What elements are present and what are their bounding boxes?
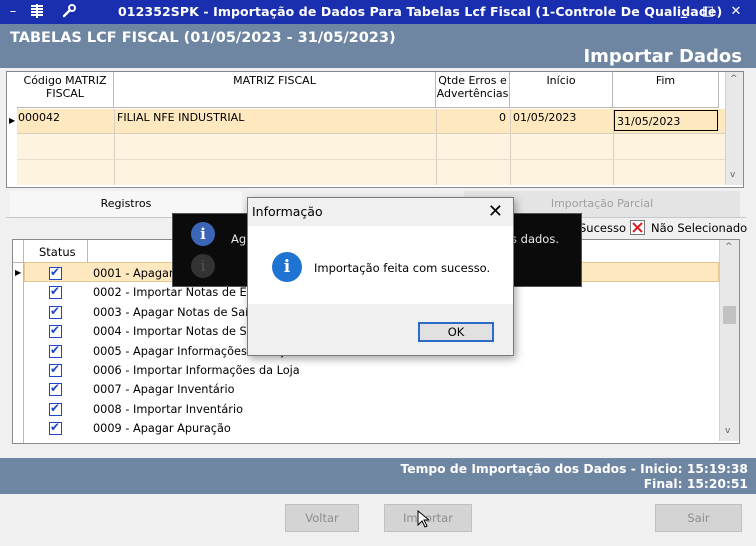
legend-sucesso: Sucesso: [579, 221, 627, 235]
cell-erros[interactable]: 0: [499, 111, 506, 124]
row-pointer-icon: ▶: [9, 116, 16, 125]
window-title: 012352SPK - Importação de Dados Para Tab…: [118, 4, 723, 19]
checkbox[interactable]: [49, 265, 62, 280]
top-grid-scrollbar[interactable]: ^ v: [725, 72, 743, 185]
scroll-up-icon[interactable]: ^: [730, 74, 738, 84]
ok-button[interactable]: OK: [418, 322, 494, 342]
checkbox[interactable]: [49, 323, 62, 339]
page-title: TABELAS LCF FISCAL (01/05/2023 - 31/05/2…: [10, 30, 396, 46]
scroll-down-icon[interactable]: v: [725, 426, 730, 436]
app-logo-icon: [28, 3, 46, 21]
matriz-grid: Código MATRIZ FISCAL MATRIZ FISCAL Qtde …: [6, 71, 744, 188]
checkbox[interactable]: [49, 284, 62, 300]
checkbox[interactable]: [49, 420, 62, 436]
info-icon: i: [272, 252, 302, 282]
voltar-button[interactable]: Voltar: [285, 504, 359, 532]
wrench-icon[interactable]: [60, 3, 78, 21]
minimize-button[interactable]: _: [674, 3, 694, 21]
checkbox[interactable]: [49, 401, 62, 416]
cell-inicio[interactable]: 01/05/2023: [513, 111, 576, 124]
scroll-up-icon[interactable]: ^: [725, 242, 733, 252]
import-data-heading: Importar Dados: [583, 46, 742, 67]
dialog-message: Importação feita com sucesso.: [314, 261, 491, 275]
scroll-thumb[interactable]: [723, 306, 736, 324]
list-item[interactable]: 0008 - Importar Inventário: [13, 400, 719, 419]
legend-nao-selecionado: Não Selecionado: [651, 221, 748, 235]
column-header-inicio[interactable]: Início: [510, 72, 613, 108]
scroll-down-icon[interactable]: v: [730, 170, 735, 180]
cell-fim[interactable]: 31/05/2023: [617, 115, 680, 128]
dialog-body: i Importação feita com sucesso.: [248, 226, 513, 304]
maximize-button[interactable]: □: [698, 3, 718, 21]
list-item[interactable]: 0007 - Apagar Inventário: [13, 380, 719, 399]
dialog-close-button[interactable]: ✕: [488, 200, 503, 224]
checkbox[interactable]: [49, 343, 62, 358]
checkbox[interactable]: [49, 362, 62, 377]
checkbox[interactable]: [49, 381, 62, 397]
checkbox[interactable]: [49, 304, 62, 319]
status-bar: Tempo de Importação dos Dados - Inicio: …: [0, 458, 756, 494]
column-header-status[interactable]: Status: [39, 245, 76, 259]
cell-matriz[interactable]: FILIAL NFE INDUSTRIAL: [117, 111, 244, 124]
registros-scrollbar[interactable]: ^ v: [719, 240, 739, 441]
import-time-start: Tempo de Importação dos Dados - Inicio: …: [400, 462, 748, 476]
column-header-fim[interactable]: Fim: [613, 72, 719, 108]
mouse-cursor-icon: [417, 509, 431, 531]
column-header-codigo[interactable]: Código MATRIZ FISCAL: [17, 72, 114, 108]
info-icon-faded: i: [191, 254, 215, 278]
toast-text-left: Ag: [231, 232, 247, 246]
not-selected-icon: [630, 220, 645, 235]
info-dialog: Informação ✕ i Importação feita com suce…: [247, 197, 514, 356]
cell-codigo[interactable]: 000042: [18, 111, 60, 124]
toast-text-right: s dados.: [511, 232, 559, 246]
list-item[interactable]: 0006 - Importar Informações da Loja: [13, 361, 719, 380]
header-band: TABELAS LCF FISCAL (01/05/2023 - 31/05/2…: [0, 24, 756, 68]
column-header-matriz[interactable]: MATRIZ FISCAL: [114, 72, 436, 108]
column-header-erros[interactable]: Qtde Erros e Advertências: [436, 72, 510, 108]
info-icon: i: [191, 222, 215, 246]
title-bar: – 012352SPK - Importação de Dados Para T…: [0, 0, 756, 24]
import-time-end: Final: 15:20:51: [643, 477, 748, 491]
sair-button[interactable]: Sair: [655, 504, 742, 532]
dialog-title: Informação: [252, 204, 323, 219]
minimize-app-icon[interactable]: –: [4, 3, 22, 21]
close-window-button[interactable]: ✕: [726, 3, 746, 21]
list-item[interactable]: 0009 - Apagar Apuração: [13, 419, 719, 438]
